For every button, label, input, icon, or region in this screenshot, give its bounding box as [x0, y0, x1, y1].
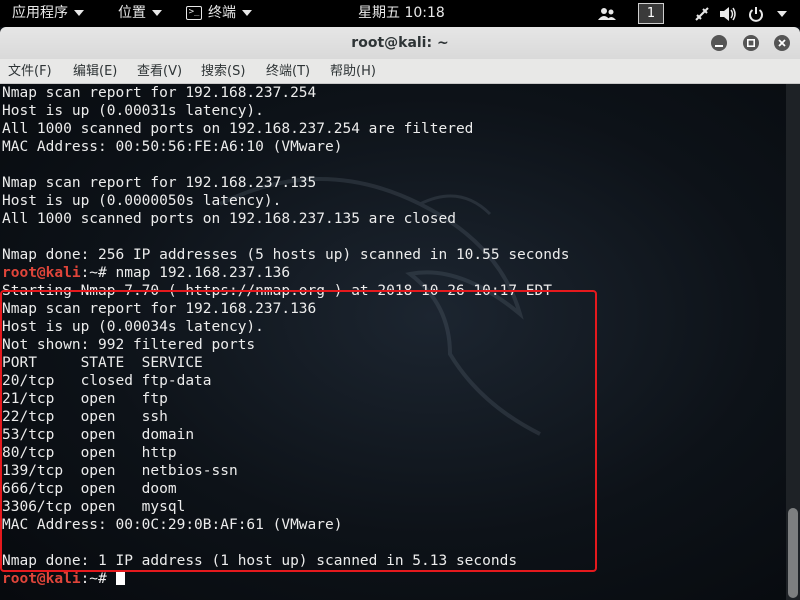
menu-search[interactable]: 搜索(S)	[201, 59, 245, 83]
terminal-scrollbar[interactable]	[786, 84, 800, 600]
chevron-down-icon	[74, 10, 84, 16]
close-button[interactable]	[774, 35, 790, 51]
output-line: Starting Nmap 7.70 ( https://nmap.org ) …	[2, 283, 552, 299]
output-line: Nmap done: 1 IP address (1 host up) scan…	[2, 553, 518, 569]
terminal-line: Nmap scan report for 192.168.237.135	[2, 175, 317, 191]
output-line: 20/tcp closed ftp-data	[2, 373, 212, 389]
network-icon[interactable]	[692, 4, 712, 23]
prompt-user: root@kali	[2, 571, 81, 587]
scrollbar-thumb[interactable]	[788, 508, 798, 598]
clock[interactable]: 星期五 10:18	[358, 0, 445, 27]
output-line: PORT STATE SERVICE	[2, 355, 203, 371]
output-line: 139/tcp open netbios-ssn	[2, 463, 238, 479]
command-text: nmap 192.168.237.136	[115, 265, 291, 281]
menu-edit[interactable]: 编辑(E)	[73, 59, 117, 83]
prompt-suffix: :~#	[80, 265, 116, 281]
power-icon[interactable]	[746, 4, 766, 23]
output-line: 22/tcp open ssh	[2, 409, 168, 425]
prompt-user: root@kali	[2, 265, 81, 281]
output-line: MAC Address: 00:0C:29:0B:AF:61 (VMware)	[2, 517, 343, 533]
window-title: root@kali: ~	[351, 35, 449, 51]
maximize-button[interactable]	[743, 35, 759, 51]
output-line: 53/tcp open domain	[2, 427, 195, 443]
terminal-window: root@kali: ~ 文件(F) 编辑(E) 查看(V) 搜索(S) 终端(…	[0, 27, 800, 600]
minimize-button[interactable]	[711, 35, 727, 51]
top-panel: 应用程序 位置 >_ 终端 星期五 10:18 1	[0, 0, 800, 27]
places-menu[interactable]: 位置	[118, 0, 162, 27]
text-cursor	[115, 570, 125, 585]
terminal-app-menu[interactable]: >_ 终端	[186, 0, 252, 27]
menu-file[interactable]: 文件(F)	[8, 59, 52, 83]
volume-icon[interactable]	[718, 4, 738, 23]
output-line: Host is up (0.00034s latency).	[2, 319, 264, 335]
output-line: 80/tcp open http	[2, 445, 177, 461]
clock-label: 星期五 10:18	[358, 5, 445, 21]
final-prompt-line[interactable]: root@kali:~#	[2, 570, 569, 588]
output-line: Nmap scan report for 192.168.237.136	[2, 301, 317, 317]
terminal-line: All 1000 scanned ports on 192.168.237.25…	[2, 121, 474, 137]
terminal-lines: Nmap scan report for 192.168.237.254 Hos…	[2, 84, 569, 588]
terminal-line: Nmap done: 256 IP addresses (5 hosts up)…	[2, 247, 570, 263]
window-titlebar[interactable]: root@kali: ~	[0, 27, 800, 59]
applications-menu-label: 应用程序	[12, 5, 68, 21]
chevron-down-icon	[777, 10, 787, 17]
menu-help[interactable]: 帮助(H)	[330, 59, 376, 83]
chevron-down-icon	[152, 10, 162, 16]
menu-view[interactable]: 查看(V)	[137, 59, 182, 83]
workspace-indicator[interactable]: 1	[638, 3, 664, 24]
applications-menu[interactable]: 应用程序	[12, 0, 84, 27]
terminal-line: Host is up (0.00031s latency).	[2, 103, 264, 119]
system-menu-chevron-icon[interactable]	[772, 4, 792, 23]
places-menu-label: 位置	[118, 5, 146, 21]
menu-bar: 文件(F) 编辑(E) 查看(V) 搜索(S) 终端(T) 帮助(H)	[0, 59, 800, 84]
terminal-output[interactable]: Nmap scan report for 192.168.237.254 Hos…	[0, 84, 786, 600]
terminal-line: MAC Address: 00:50:56:FE:A6:10 (VMware)	[2, 139, 343, 155]
output-line: Not shown: 992 filtered ports	[2, 337, 256, 353]
output-line: 3306/tcp open mysql	[2, 499, 186, 515]
terminal-app-menu-label: 终端	[208, 5, 236, 21]
output-line: 21/tcp open ftp	[2, 391, 168, 407]
terminal-line: Host is up (0.0000050s latency).	[2, 193, 282, 209]
chevron-down-icon	[242, 10, 252, 16]
people-icon[interactable]	[597, 4, 617, 23]
command-line: root@kali:~# nmap 192.168.237.136	[2, 264, 569, 282]
prompt-suffix: :~#	[80, 571, 116, 587]
terminal-icon: >_	[186, 6, 202, 20]
terminal-line: All 1000 scanned ports on 192.168.237.13…	[2, 211, 456, 227]
terminal-line: Nmap scan report for 192.168.237.254	[2, 85, 317, 101]
output-line: 666/tcp open doom	[2, 481, 177, 497]
menu-terminal[interactable]: 终端(T)	[266, 59, 310, 83]
